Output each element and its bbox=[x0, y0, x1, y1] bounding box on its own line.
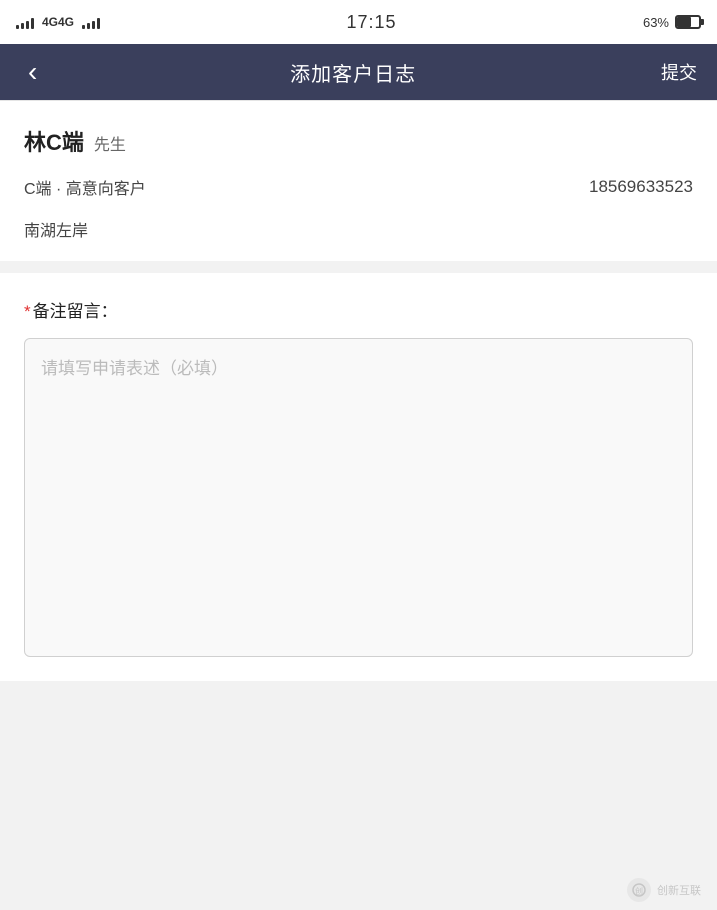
navbar: ‹ 添加客户日志 提交 bbox=[0, 44, 717, 100]
form-label-text: 备注留言： bbox=[33, 302, 118, 321]
footer-logo: 创 创新互联 bbox=[627, 878, 701, 902]
customer-name: 林C端 bbox=[24, 125, 84, 157]
customer-name-row: 林C端 先生 bbox=[24, 125, 693, 157]
customer-address-row: 南湖左岸 bbox=[24, 217, 693, 241]
required-star: * bbox=[24, 302, 31, 321]
status-bar: 4G4G 17:15 63% bbox=[0, 0, 717, 44]
customer-address: 南湖左岸 bbox=[24, 223, 88, 240]
page-title: 添加客户日志 bbox=[290, 58, 416, 87]
footer-logo-text: 创新互联 bbox=[657, 882, 701, 898]
battery-percentage: 63% bbox=[643, 15, 669, 30]
section-gap bbox=[0, 261, 717, 273]
status-left: 4G4G bbox=[16, 15, 100, 29]
textarea-wrapper bbox=[24, 338, 693, 657]
notes-textarea[interactable] bbox=[41, 355, 676, 635]
battery-icon bbox=[675, 15, 701, 29]
status-right: 63% bbox=[643, 15, 701, 30]
svg-text:创: 创 bbox=[635, 886, 643, 896]
customer-phone: 18569633523 bbox=[589, 177, 693, 197]
customer-tag: C端 · 高意向客户 bbox=[24, 175, 146, 199]
signal-icon-2 bbox=[82, 15, 100, 29]
signal-icon bbox=[16, 15, 34, 29]
back-button[interactable]: ‹ bbox=[20, 54, 45, 90]
form-label: *备注留言： bbox=[24, 297, 693, 322]
submit-button[interactable]: 提交 bbox=[661, 59, 697, 85]
form-section: *备注留言： bbox=[0, 273, 717, 681]
logo-icon: 创 bbox=[627, 878, 651, 902]
network-label: 4G4G bbox=[42, 15, 74, 29]
customer-info-row: C端 · 高意向客户 18569633523 bbox=[24, 175, 693, 199]
time-display: 17:15 bbox=[346, 12, 396, 33]
customer-card: 林C端 先生 C端 · 高意向客户 18569633523 南湖左岸 bbox=[0, 101, 717, 261]
customer-title: 先生 bbox=[94, 131, 126, 155]
